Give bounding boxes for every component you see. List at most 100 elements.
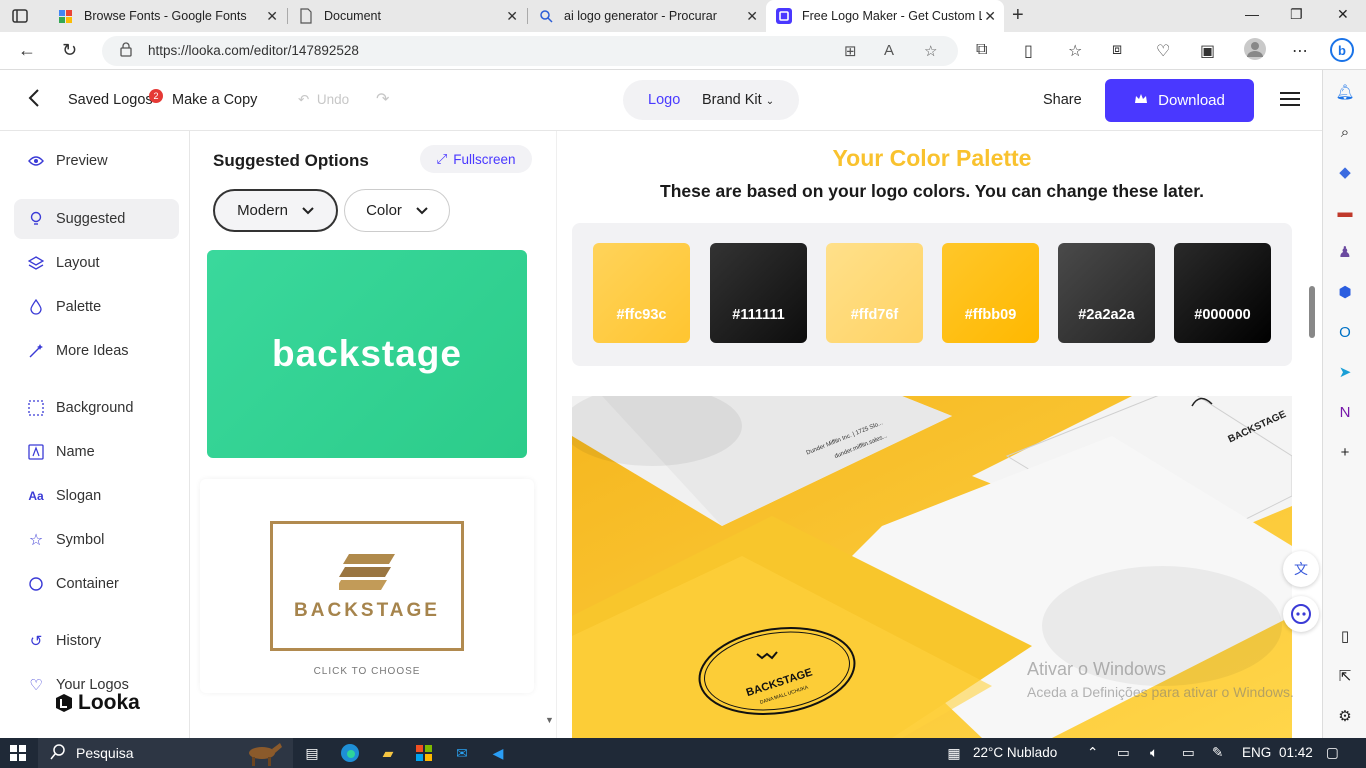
sidebar-item-more-ideas[interactable]: More Ideas xyxy=(14,331,179,371)
windows-start-icon[interactable] xyxy=(10,745,26,761)
copilot-icon[interactable]: ⬢ xyxy=(1335,282,1355,302)
battery-icon[interactable]: ▭ xyxy=(1117,745,1130,761)
window-close-icon[interactable]: ✕ xyxy=(1337,6,1349,23)
logo-option-wordmark: backstage xyxy=(272,333,462,374)
screenshot-icon[interactable]: ▣ xyxy=(1200,41,1215,61)
menu-icon[interactable] xyxy=(1280,92,1300,108)
clock[interactable]: 01:42 xyxy=(1279,745,1313,760)
sidebar-item-history[interactable]: ↺ History xyxy=(14,621,179,661)
url-field[interactable]: https://looka.com/editor/147892528 ⊞ A ☆ xyxy=(102,36,958,66)
file-explorer-icon[interactable]: ▰ xyxy=(378,743,398,763)
settings-gear-icon[interactable]: ⚙ xyxy=(1335,706,1355,726)
vscode-icon[interactable]: ◀ xyxy=(488,743,508,763)
split-screen-icon[interactable]: ▯ xyxy=(1024,41,1033,61)
download-button[interactable]: Download xyxy=(1105,79,1254,122)
color-swatch[interactable]: #000000 xyxy=(1174,243,1271,343)
edge-sidebar: 🔔︎ ⌕ ◆ ▬ ♟ ⬢ O ➤ N + ▯ ⇱ ⚙ xyxy=(1322,70,1366,738)
sidebar-item-palette[interactable]: Palette xyxy=(14,287,179,327)
logo-option-card[interactable]: backstage xyxy=(207,250,527,458)
send-icon[interactable]: ➤ xyxy=(1335,362,1355,382)
volume-icon[interactable]: 🔈︎ xyxy=(1150,745,1158,761)
sidebar-item-preview[interactable]: Preview xyxy=(14,141,179,181)
make-copy-link[interactable]: Make a Copy xyxy=(172,92,257,108)
back-arrow-icon[interactable] xyxy=(26,88,42,114)
share-button[interactable]: Share xyxy=(1043,92,1082,108)
sidebar-item-background[interactable]: Background xyxy=(14,388,179,428)
close-icon[interactable]: ✕ xyxy=(506,8,518,25)
sidebar-item-slogan[interactable]: Aa Slogan xyxy=(14,476,179,516)
weather-text[interactable]: 22°C Nublado xyxy=(973,745,1057,760)
profile-avatar-icon[interactable] xyxy=(1244,38,1266,65)
chat-assistant-icon[interactable] xyxy=(1283,596,1319,632)
new-tab-button[interactable]: + xyxy=(1012,4,1024,27)
toolbox-icon[interactable]: ▬ xyxy=(1335,202,1355,222)
color-swatch[interactable]: #111111 xyxy=(710,243,807,343)
minimize-icon[interactable]: — xyxy=(1245,6,1259,22)
color-dropdown[interactable]: Color xyxy=(344,189,450,232)
tab-bing-search[interactable]: ai logo generator - Procurar ✕ xyxy=(528,0,766,32)
undo-button[interactable]: ↶ Undo xyxy=(298,92,349,108)
redo-icon[interactable]: ↷ xyxy=(376,89,389,109)
translate-icon[interactable]: 文 xyxy=(1283,551,1319,587)
browser-essentials-icon[interactable]: ♡ xyxy=(1156,41,1170,61)
read-aloud-icon[interactable]: A xyxy=(884,42,894,59)
sidebar-item-suggested[interactable]: Suggested xyxy=(14,199,179,239)
page-scrollbar[interactable] xyxy=(1309,286,1315,338)
outlook-icon[interactable]: O xyxy=(1335,322,1355,342)
color-swatch[interactable]: #2a2a2a xyxy=(1058,243,1155,343)
favorites-icon[interactable]: ☆ xyxy=(1068,41,1082,61)
close-icon[interactable]: ✕ xyxy=(746,8,758,25)
scroll-down-icon[interactable]: ▼ xyxy=(545,715,554,725)
restore-icon[interactable]: ❐ xyxy=(1290,6,1303,23)
color-swatch[interactable]: #ffbb09 xyxy=(942,243,1039,343)
undo-icon: ↶ xyxy=(298,92,310,107)
extensions-icon[interactable]: ⧉ xyxy=(976,41,987,59)
weather-icon[interactable]: ▦ xyxy=(944,743,964,763)
close-icon[interactable]: ✕ xyxy=(266,8,278,25)
sidebar-item-name[interactable]: Name xyxy=(14,432,179,472)
more-options-icon[interactable]: ⋯ xyxy=(1292,41,1308,61)
games-icon[interactable]: ♟ xyxy=(1335,242,1355,262)
pen-icon[interactable]: ✎ xyxy=(1212,745,1223,761)
shopping-tag-icon[interactable]: ◆ xyxy=(1335,162,1355,182)
task-view-icon[interactable]: ▤ xyxy=(302,743,322,763)
tab-actions-icon[interactable] xyxy=(10,6,30,26)
saved-logos-link[interactable]: Saved Logos xyxy=(68,92,153,108)
color-swatch[interactable]: #ffd76f xyxy=(826,243,923,343)
color-swatch[interactable]: #ffc93c xyxy=(593,243,690,343)
style-dropdown[interactable]: Modern xyxy=(213,189,338,232)
language-indicator[interactable]: ENG xyxy=(1242,745,1271,760)
open-external-icon[interactable]: ⇱ xyxy=(1335,666,1355,686)
close-icon[interactable]: ✕ xyxy=(984,8,996,25)
sidebar-item-container[interactable]: Container xyxy=(14,564,179,604)
sidebar-item-layout[interactable]: Layout xyxy=(14,243,179,283)
bell-icon[interactable]: 🔔︎ xyxy=(1335,82,1355,102)
bing-copilot-icon[interactable]: b xyxy=(1330,38,1354,67)
back-icon[interactable]: ← xyxy=(18,40,36,61)
onenote-icon[interactable]: N xyxy=(1335,402,1355,422)
network-icon[interactable]: ▭ xyxy=(1182,745,1195,761)
lock-icon[interactable] xyxy=(120,42,132,61)
tab-google-fonts[interactable]: Browse Fonts - Google Fonts ✕ xyxy=(48,0,286,32)
app-available-icon[interactable]: ⊞ xyxy=(844,42,857,60)
history-icon: ↺ xyxy=(29,633,43,650)
show-hidden-icons-icon[interactable]: ⌃ xyxy=(1087,745,1098,761)
add-icon[interactable]: + xyxy=(1335,442,1355,462)
sidebar-item-symbol[interactable]: ☆ Symbol xyxy=(14,520,179,560)
tab-logo[interactable]: Logo xyxy=(648,92,680,108)
tab-document[interactable]: Document ✕ xyxy=(288,0,526,32)
fullscreen-button[interactable]: ⤢ Fullscreen xyxy=(420,145,532,173)
sidebar-layout-icon[interactable]: ▯ xyxy=(1335,626,1355,646)
collections-icon[interactable]: ⧈ xyxy=(1112,41,1122,59)
logo-option-card[interactable]: BACKSTAGE CLICK TO CHOOSE xyxy=(200,479,534,693)
tab-looka[interactable]: Free Logo Maker - Get Custom L ✕ xyxy=(766,0,1004,32)
microsoft-store-icon[interactable] xyxy=(414,743,434,763)
tab-brand-kit[interactable]: Brand Kit ⌄ xyxy=(702,92,774,108)
edge-browser-icon[interactable] xyxy=(340,743,360,763)
favorite-star-icon[interactable]: ☆ xyxy=(924,42,937,60)
taskbar-search-box[interactable]: Pesquisa xyxy=(38,738,293,768)
search-icon[interactable]: ⌕ xyxy=(1335,122,1355,142)
refresh-icon[interactable]: ↻ xyxy=(62,40,77,61)
mail-icon[interactable]: ✉ xyxy=(452,743,472,763)
notifications-icon[interactable]: ▢ xyxy=(1326,745,1339,761)
